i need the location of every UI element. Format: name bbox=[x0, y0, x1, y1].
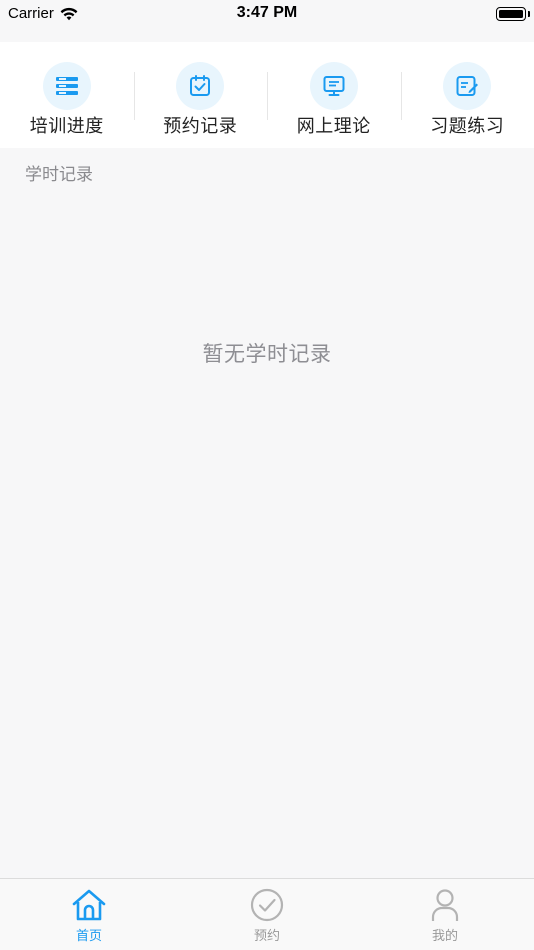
section-title: 学时记录 bbox=[25, 165, 93, 185]
tab-label: 首页 bbox=[75, 929, 102, 944]
empty-state-text: 暂无学时记录 bbox=[202, 342, 332, 366]
tab-label: 预约 bbox=[253, 929, 280, 944]
menu-online-theory[interactable]: 网上理论 bbox=[267, 42, 401, 148]
home-icon bbox=[72, 889, 106, 921]
edit-note-icon bbox=[443, 62, 492, 110]
check-circle-icon bbox=[250, 888, 284, 922]
menu-booking-records[interactable]: 预约记录 bbox=[133, 42, 268, 148]
calendar-check-icon bbox=[176, 62, 225, 110]
tab-bar: 首页 预约 我的 bbox=[0, 878, 534, 950]
status-time: 3:47 PM bbox=[236, 4, 298, 21]
tab-label: 我的 bbox=[431, 929, 458, 944]
monitor-icon bbox=[309, 62, 358, 110]
list-icon bbox=[42, 62, 91, 110]
person-icon bbox=[431, 889, 459, 921]
menu-label: 网上理论 bbox=[296, 116, 371, 137]
status-bar: Carrier 3:47 PM bbox=[0, 0, 534, 28]
menu-label: 培训进度 bbox=[29, 116, 104, 137]
tab-booking[interactable]: 预约 bbox=[178, 879, 356, 950]
menu-training-progress[interactable]: 培训进度 bbox=[0, 42, 134, 148]
menu-label: 习题练习 bbox=[430, 116, 505, 137]
menu-label: 预约记录 bbox=[163, 116, 238, 137]
menu-exercise-practice[interactable]: 习题练习 bbox=[400, 42, 534, 148]
tab-mine[interactable]: 我的 bbox=[356, 879, 534, 950]
battery-icon bbox=[496, 7, 526, 21]
tab-home[interactable]: 首页 bbox=[0, 879, 178, 950]
quick-menu: 培训进度 预约记录 网上理论 习题练习 bbox=[0, 42, 534, 148]
